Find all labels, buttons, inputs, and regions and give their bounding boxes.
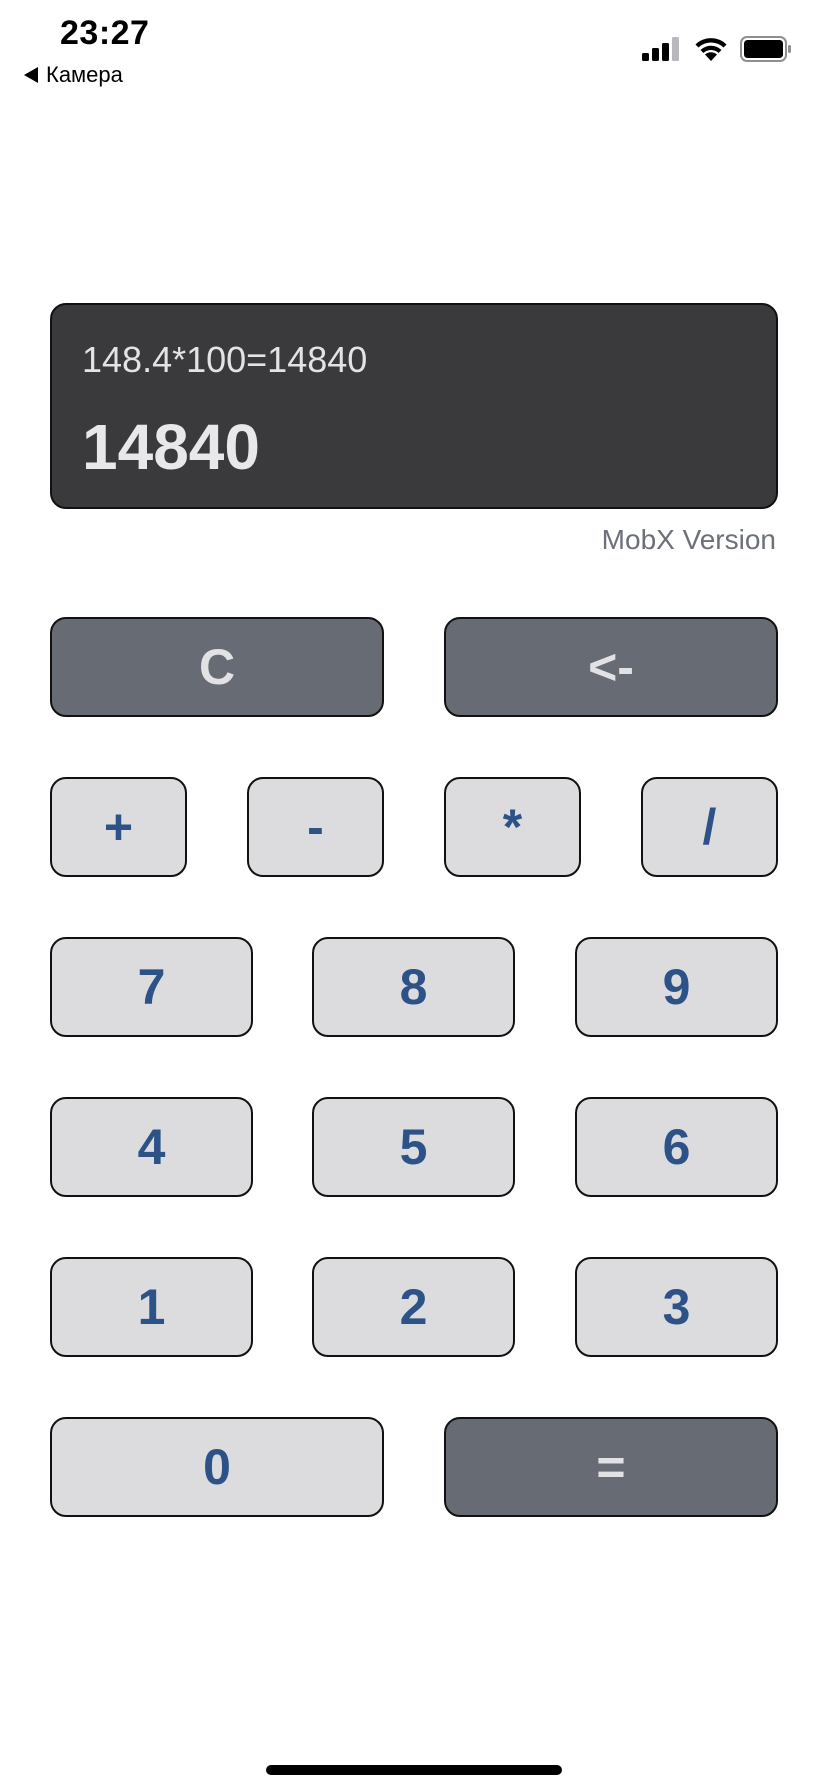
calculator-display: 148.4*100=14840 14840 bbox=[50, 303, 778, 509]
digit-9-button[interactable]: 9 bbox=[575, 937, 778, 1037]
clear-button[interactable]: C bbox=[50, 617, 384, 717]
battery-icon bbox=[740, 36, 791, 62]
digit-5-button[interactable]: 5 bbox=[312, 1097, 515, 1197]
back-arrow-icon bbox=[24, 67, 38, 83]
home-indicator[interactable] bbox=[266, 1765, 562, 1775]
result-text: 14840 bbox=[82, 411, 260, 483]
status-time: 23:27 bbox=[60, 14, 150, 52]
multiply-button[interactable]: * bbox=[444, 777, 581, 877]
digit-7-button[interactable]: 7 bbox=[50, 937, 253, 1037]
back-to-camera-link[interactable]: Камера bbox=[24, 62, 123, 88]
digit-6-button[interactable]: 6 bbox=[575, 1097, 778, 1197]
divide-button[interactable]: / bbox=[641, 777, 778, 877]
version-label: MobX Version bbox=[601, 524, 776, 555]
expression-text: 148.4*100=14840 bbox=[82, 339, 368, 380]
status-icons bbox=[642, 36, 792, 62]
back-label: Камера bbox=[46, 62, 123, 87]
signal-icon bbox=[642, 37, 679, 61]
digit-8-button[interactable]: 8 bbox=[312, 937, 515, 1037]
digit-2-button[interactable]: 2 bbox=[312, 1257, 515, 1357]
digit-0-button[interactable]: 0 bbox=[50, 1417, 384, 1517]
equals-button[interactable]: = bbox=[444, 1417, 778, 1517]
digit-1-button[interactable]: 1 bbox=[50, 1257, 253, 1357]
minus-button[interactable]: - bbox=[247, 777, 384, 877]
digit-3-button[interactable]: 3 bbox=[575, 1257, 778, 1357]
backspace-button[interactable]: <- bbox=[444, 617, 778, 717]
plus-button[interactable]: + bbox=[50, 777, 187, 877]
wifi-icon bbox=[695, 38, 727, 61]
digit-4-button[interactable]: 4 bbox=[50, 1097, 253, 1197]
